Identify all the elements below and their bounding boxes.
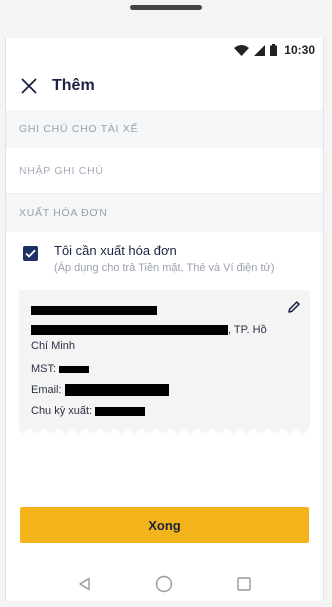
- page-title: Thêm: [52, 77, 95, 94]
- driver-note-section-label: GHI CHÚ CHO TÀI XẾ: [6, 110, 323, 148]
- address-redaction: [31, 325, 228, 336]
- status-bar: 10:30: [6, 38, 323, 62]
- wifi-icon: [234, 44, 250, 56]
- email-label: Email:: [31, 384, 62, 396]
- cycle-redaction: [95, 406, 146, 416]
- back-icon[interactable]: [78, 577, 91, 591]
- email-line: Email:: [31, 382, 298, 398]
- card-zigzag-edge: [19, 426, 310, 434]
- invoice-checkbox-text: Tôi cần xuất hóa đơn (Áp dụng cho trả Ti…: [54, 242, 275, 274]
- status-time: 10:30: [284, 43, 315, 57]
- invoice-section-label: XUẤT HÓA ĐƠN: [6, 194, 323, 232]
- footer-area: Xong: [6, 507, 323, 543]
- check-icon: [25, 249, 36, 258]
- invoice-info-card: , TP. Hồ Chí Minh MST: Email: Chu kỳ xuấ…: [19, 290, 310, 426]
- battery-icon: [270, 44, 278, 56]
- driver-note-input[interactable]: NHẬP GHI CHÚ: [6, 148, 323, 194]
- address-line: , TP. Hồ: [31, 322, 298, 338]
- company-name-redaction: [31, 305, 157, 315]
- cycle-line: Chu kỳ xuất:: [31, 403, 298, 419]
- invoice-checkbox-label: Tôi cần xuất hóa đơn: [54, 243, 177, 258]
- header-bar: Thêm: [6, 62, 323, 110]
- invoice-checkbox-note: (Áp dụng cho trả Tiền mặt, Thẻ và Ví điệ…: [54, 262, 275, 274]
- home-icon[interactable]: [155, 575, 173, 593]
- recents-icon[interactable]: [237, 576, 251, 591]
- speaker-grille: [130, 5, 202, 10]
- invoice-checkbox[interactable]: [23, 246, 38, 261]
- app-screen: 10:30 Thêm GHI CHÚ CHO TÀI XẾ NHẬP GHI C…: [5, 38, 324, 601]
- company-name-line: [31, 302, 298, 316]
- address-suffix: , TP. Hồ: [228, 324, 267, 336]
- android-nav-bar: [6, 566, 323, 601]
- done-button[interactable]: Xong: [20, 507, 309, 543]
- tax-code-line: MST:: [31, 361, 298, 377]
- close-icon[interactable]: [20, 77, 38, 95]
- device-frame: 10:30 Thêm GHI CHÚ CHO TÀI XẾ NHẬP GHI C…: [0, 0, 332, 607]
- tax-code-label: MST:: [31, 363, 57, 375]
- tax-code-redaction: [59, 365, 90, 373]
- address-line-2: Chí Minh: [31, 340, 76, 352]
- invoice-checkbox-row[interactable]: Tôi cần xuất hóa đơn (Áp dụng cho trả Ti…: [6, 232, 323, 290]
- cycle-label: Chu kỳ xuất:: [31, 405, 93, 417]
- email-redaction: [64, 384, 169, 397]
- signal-icon: [254, 44, 266, 56]
